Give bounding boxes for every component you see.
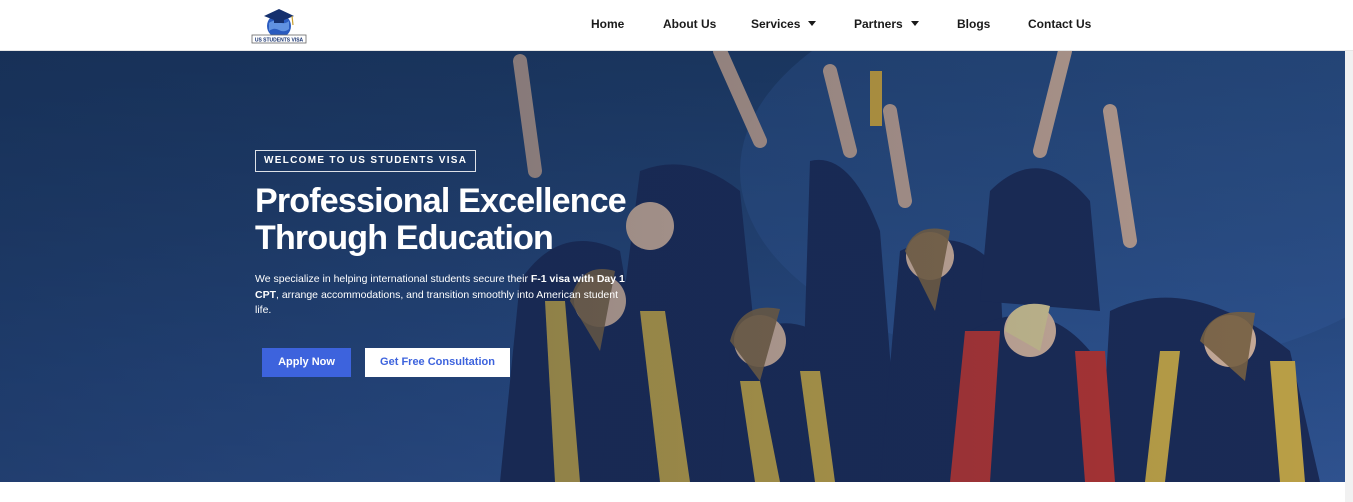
nav-services-label: Services [751,17,801,31]
hero-description: We specialize in helping international s… [255,272,625,319]
nav-contact-us-label: Contact Us [1028,17,1092,31]
nav-contact-us[interactable]: Contact Us [1028,17,1091,31]
free-consultation-button[interactable]: Get Free Consultation [365,348,510,377]
hero-section [0,51,1345,482]
caret-down-icon [808,21,817,26]
nav-services[interactable]: Services [751,17,817,31]
nav-about-us-label: About Us [663,17,717,31]
nav-partners-label: Partners [854,17,903,31]
hero-title-line-2: Through Education [255,219,554,257]
nav-blogs-label: Blogs [957,17,991,31]
main-nav: Home About Us Services Partners Blogs Co… [0,0,1353,51]
desc-text-end: , arrange accommodations, and transition… [255,288,619,317]
scrollbar[interactable] [1345,51,1353,502]
page-bottom-strip [0,482,1345,502]
hero-title-line-1: Professional Excellence [255,182,627,220]
nav-home-label: Home [591,17,625,31]
nav-partners[interactable]: Partners [854,17,919,31]
desc-text: We specialize in helping international s… [255,273,531,285]
site-header: US STUDENTS VISA Home About Us Services … [0,0,1353,51]
nav-about-us[interactable]: About Us [663,17,716,31]
apply-now-button[interactable]: Apply Now [262,348,351,377]
nav-blogs[interactable]: Blogs [957,17,990,31]
welcome-badge: WELCOME TO US STUDENTS VISA [255,150,477,172]
nav-home[interactable]: Home [591,17,624,31]
hero-overlay [0,51,1345,482]
caret-down-icon [910,21,919,26]
hero-title: Professional Excellence Through Educatio… [255,183,695,257]
